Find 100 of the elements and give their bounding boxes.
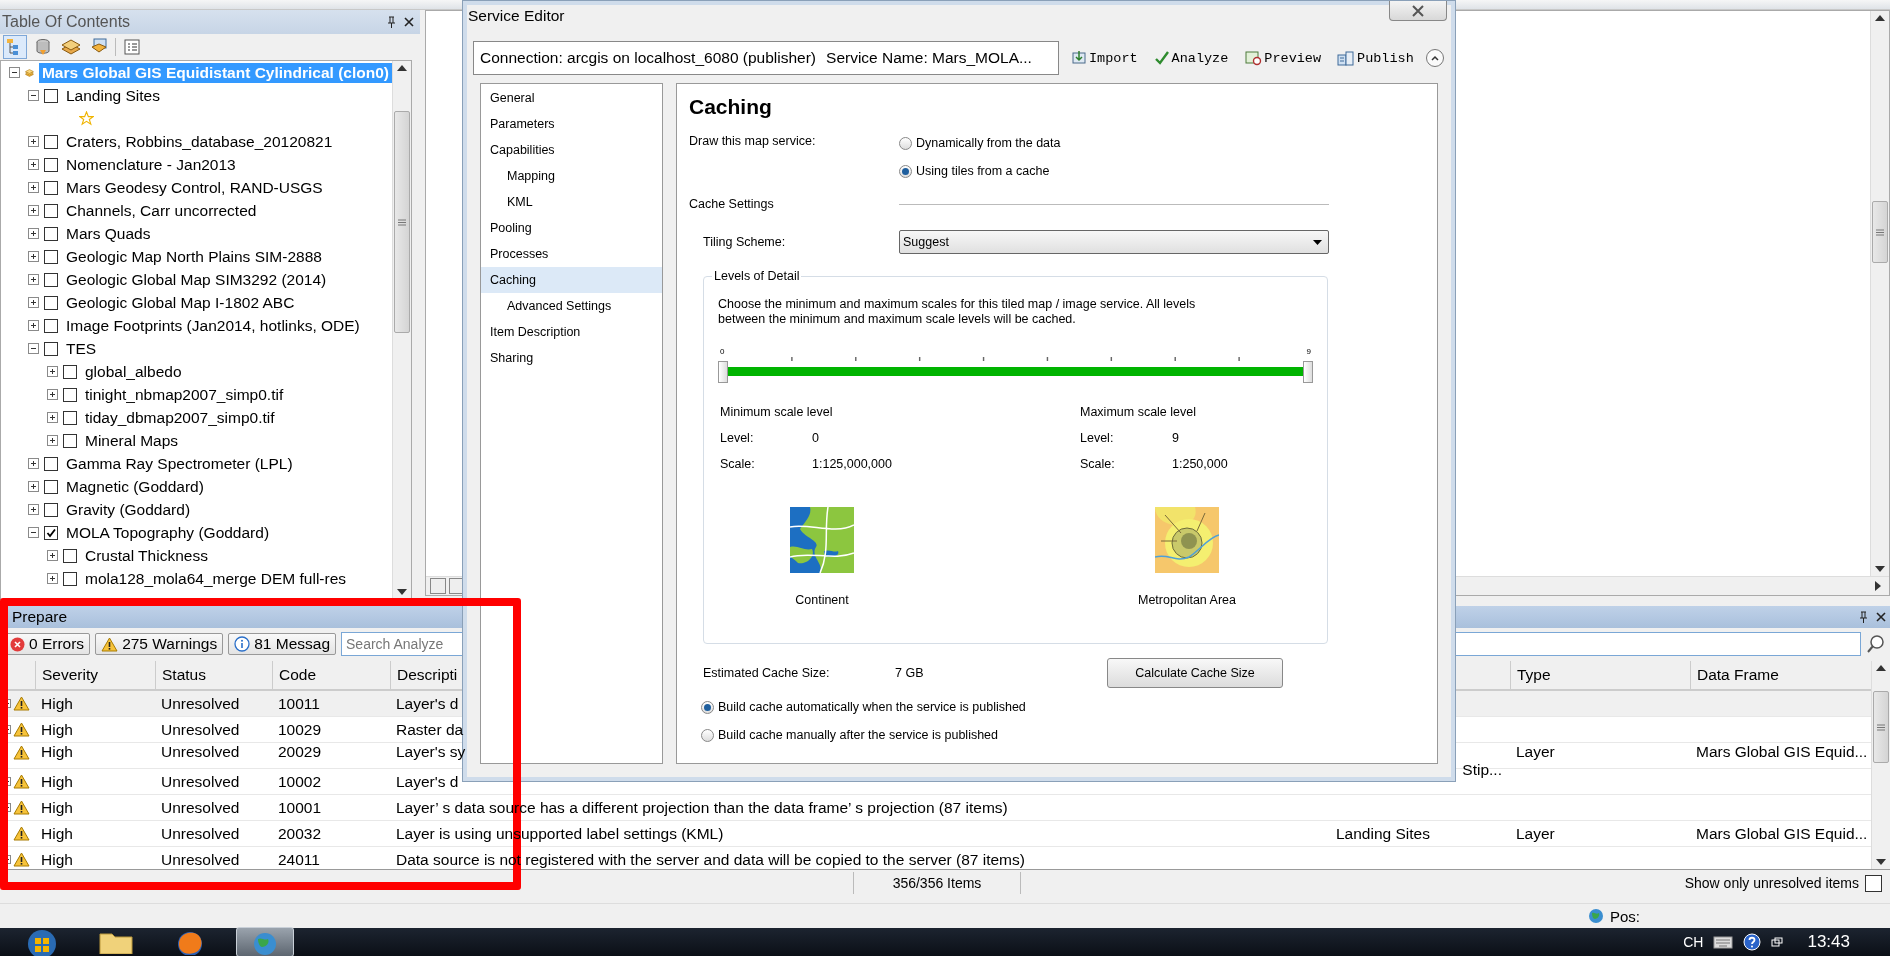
radio-button[interactable] — [701, 700, 714, 714]
tree-item[interactable]: tinight_nbmap2007_simp0.tif — [82, 384, 287, 405]
tree-item[interactable]: Geologic Global Map I-1802 ABC — [63, 292, 298, 313]
tree-item[interactable]: Crustal Thickness — [82, 545, 211, 566]
tree-item[interactable]: mola128_mola64_merge DEM full-res — [82, 568, 350, 589]
tree-item[interactable]: Mars Quads — [63, 223, 154, 244]
radio-button[interactable] — [899, 136, 912, 150]
language-indicator[interactable]: CH — [1683, 934, 1704, 950]
layer-checkbox[interactable] — [44, 295, 58, 310]
tree-item[interactable]: Geologic Global Map SIM3292 (2014) — [63, 269, 330, 290]
tree-item[interactable]: Mineral Maps — [82, 430, 182, 451]
toolbar-button[interactable]: Analyze — [1149, 48, 1233, 68]
layer-checkbox[interactable] — [44, 318, 58, 333]
toolbar-button[interactable]: Publish — [1333, 48, 1418, 68]
column-header[interactable]: Code — [272, 661, 390, 689]
scrollbar[interactable] — [1870, 11, 1889, 576]
toolbar-button[interactable]: Preview — [1240, 48, 1326, 68]
column-header[interactable]: Type — [1510, 661, 1690, 689]
expand-toggle[interactable] — [28, 481, 39, 492]
expand-toggle[interactable] — [28, 320, 39, 331]
expand-toggle[interactable] — [47, 550, 58, 561]
expand-toggle[interactable] — [47, 389, 58, 400]
collapse-button[interactable] — [1425, 49, 1444, 67]
expand-toggle[interactable] — [47, 435, 58, 446]
toolbar-button[interactable] — [3, 35, 27, 59]
layer-checkbox[interactable] — [63, 548, 77, 563]
expand-toggle[interactable] — [28, 274, 39, 285]
nav-item[interactable]: General — [481, 85, 662, 111]
scrollbar[interactable] — [392, 61, 411, 599]
help-icon[interactable] — [1743, 933, 1762, 951]
radio-button[interactable] — [899, 164, 912, 178]
expand-toggle[interactable] — [28, 527, 39, 538]
checkbox[interactable] — [1865, 874, 1882, 892]
layer-checkbox[interactable] — [63, 571, 77, 586]
scroll-right-icon[interactable] — [1875, 581, 1881, 591]
filter-button[interactable]: 275 Warnings — [95, 633, 224, 655]
nav-item[interactable]: Mapping — [481, 163, 662, 189]
layer-checkbox[interactable] — [44, 88, 58, 103]
scroll-up-icon[interactable] — [397, 65, 407, 71]
layer-checkbox[interactable] — [44, 134, 58, 149]
tree-item[interactable]: global_albedo — [82, 361, 185, 382]
search-icon[interactable] — [1866, 634, 1886, 654]
tree-item[interactable]: Mars Geodesy Control, RAND-USGS — [63, 177, 326, 198]
tree-item[interactable]: Image Footprints (Jan2014, hotlinks, ODE) — [63, 315, 363, 336]
folder-icon[interactable] — [98, 930, 134, 954]
tree-item[interactable]: Gravity (Goddard) — [63, 499, 194, 520]
nav-item[interactable]: KML — [481, 189, 662, 215]
nav-item[interactable]: Capabilities — [481, 137, 662, 163]
nav-item[interactable]: Parameters — [481, 111, 662, 137]
layer-checkbox[interactable] — [44, 341, 58, 356]
tree-item[interactable]: Craters, Robbins_database_20120821 — [63, 131, 336, 152]
expand-toggle[interactable] — [28, 297, 39, 308]
expand-toggle[interactable] — [47, 573, 58, 584]
tree-item[interactable]: Nomenclature - Jan2013 — [63, 154, 239, 175]
expand-toggle[interactable] — [9, 67, 20, 78]
slider-thumb[interactable] — [718, 361, 728, 383]
tree-item[interactable]: TES — [63, 338, 100, 359]
tree-item[interactable]: Magnetic (Goddard) — [63, 476, 207, 497]
layer-checkbox[interactable] — [63, 433, 77, 448]
filter-button[interactable]: 81 Messag — [228, 633, 336, 655]
scrollbar[interactable] — [1871, 661, 1890, 869]
radio-button[interactable] — [701, 728, 714, 742]
nav-item[interactable]: Advanced Settings — [481, 293, 662, 319]
nav-item[interactable]: Processes — [481, 241, 662, 267]
scroll-down-icon[interactable] — [397, 589, 407, 595]
calculate-button[interactable]: Calculate Cache Size — [1107, 658, 1283, 688]
tiling-scheme-dropdown[interactable]: Suggest — [899, 230, 1329, 254]
scroll-up-icon[interactable] — [1876, 665, 1886, 671]
scroll-thumb[interactable] — [1872, 201, 1888, 263]
expand-toggle[interactable] — [47, 412, 58, 423]
expand-toggle[interactable] — [28, 251, 39, 262]
tree-item[interactable]: Geologic Map North Plains SIM-2888 — [63, 246, 325, 267]
scroll-up-icon[interactable] — [1875, 15, 1885, 21]
scroll-thumb[interactable] — [394, 111, 410, 333]
close-button[interactable] — [1389, 1, 1447, 21]
expand-toggle[interactable] — [28, 182, 39, 193]
layer-checkbox[interactable] — [44, 479, 58, 494]
clock[interactable]: 13:43 — [1807, 932, 1850, 952]
layer-checkbox[interactable] — [44, 180, 58, 195]
layer-checkbox[interactable] — [44, 456, 58, 471]
layer-checkbox[interactable] — [44, 502, 58, 517]
layer-checkbox[interactable] — [44, 249, 58, 264]
nav-item[interactable]: Item Description — [481, 319, 662, 345]
tree-item[interactable]: Channels, Carr uncorrected — [63, 200, 260, 221]
layer-checkbox[interactable] — [44, 525, 58, 540]
slider-thumb[interactable] — [1303, 361, 1313, 383]
tree-item[interactable]: tiday_dbmap2007_simp0.tif — [82, 407, 278, 428]
layer-checkbox[interactable] — [63, 387, 77, 402]
pin-icon[interactable] — [1859, 611, 1868, 623]
column-header[interactable]: Severity — [35, 661, 155, 689]
nav-item[interactable]: Sharing — [481, 345, 662, 371]
layer-checkbox[interactable] — [63, 410, 77, 425]
column-header[interactable]: Status — [155, 661, 272, 689]
layer-checkbox[interactable] — [44, 272, 58, 287]
nav-item[interactable]: Pooling — [481, 215, 662, 241]
window-icon[interactable] — [1771, 937, 1784, 947]
close-icon[interactable] — [1876, 612, 1886, 622]
view-button[interactable] — [430, 578, 446, 594]
expand-toggle[interactable] — [47, 366, 58, 377]
keyboard-icon[interactable] — [1713, 935, 1734, 949]
